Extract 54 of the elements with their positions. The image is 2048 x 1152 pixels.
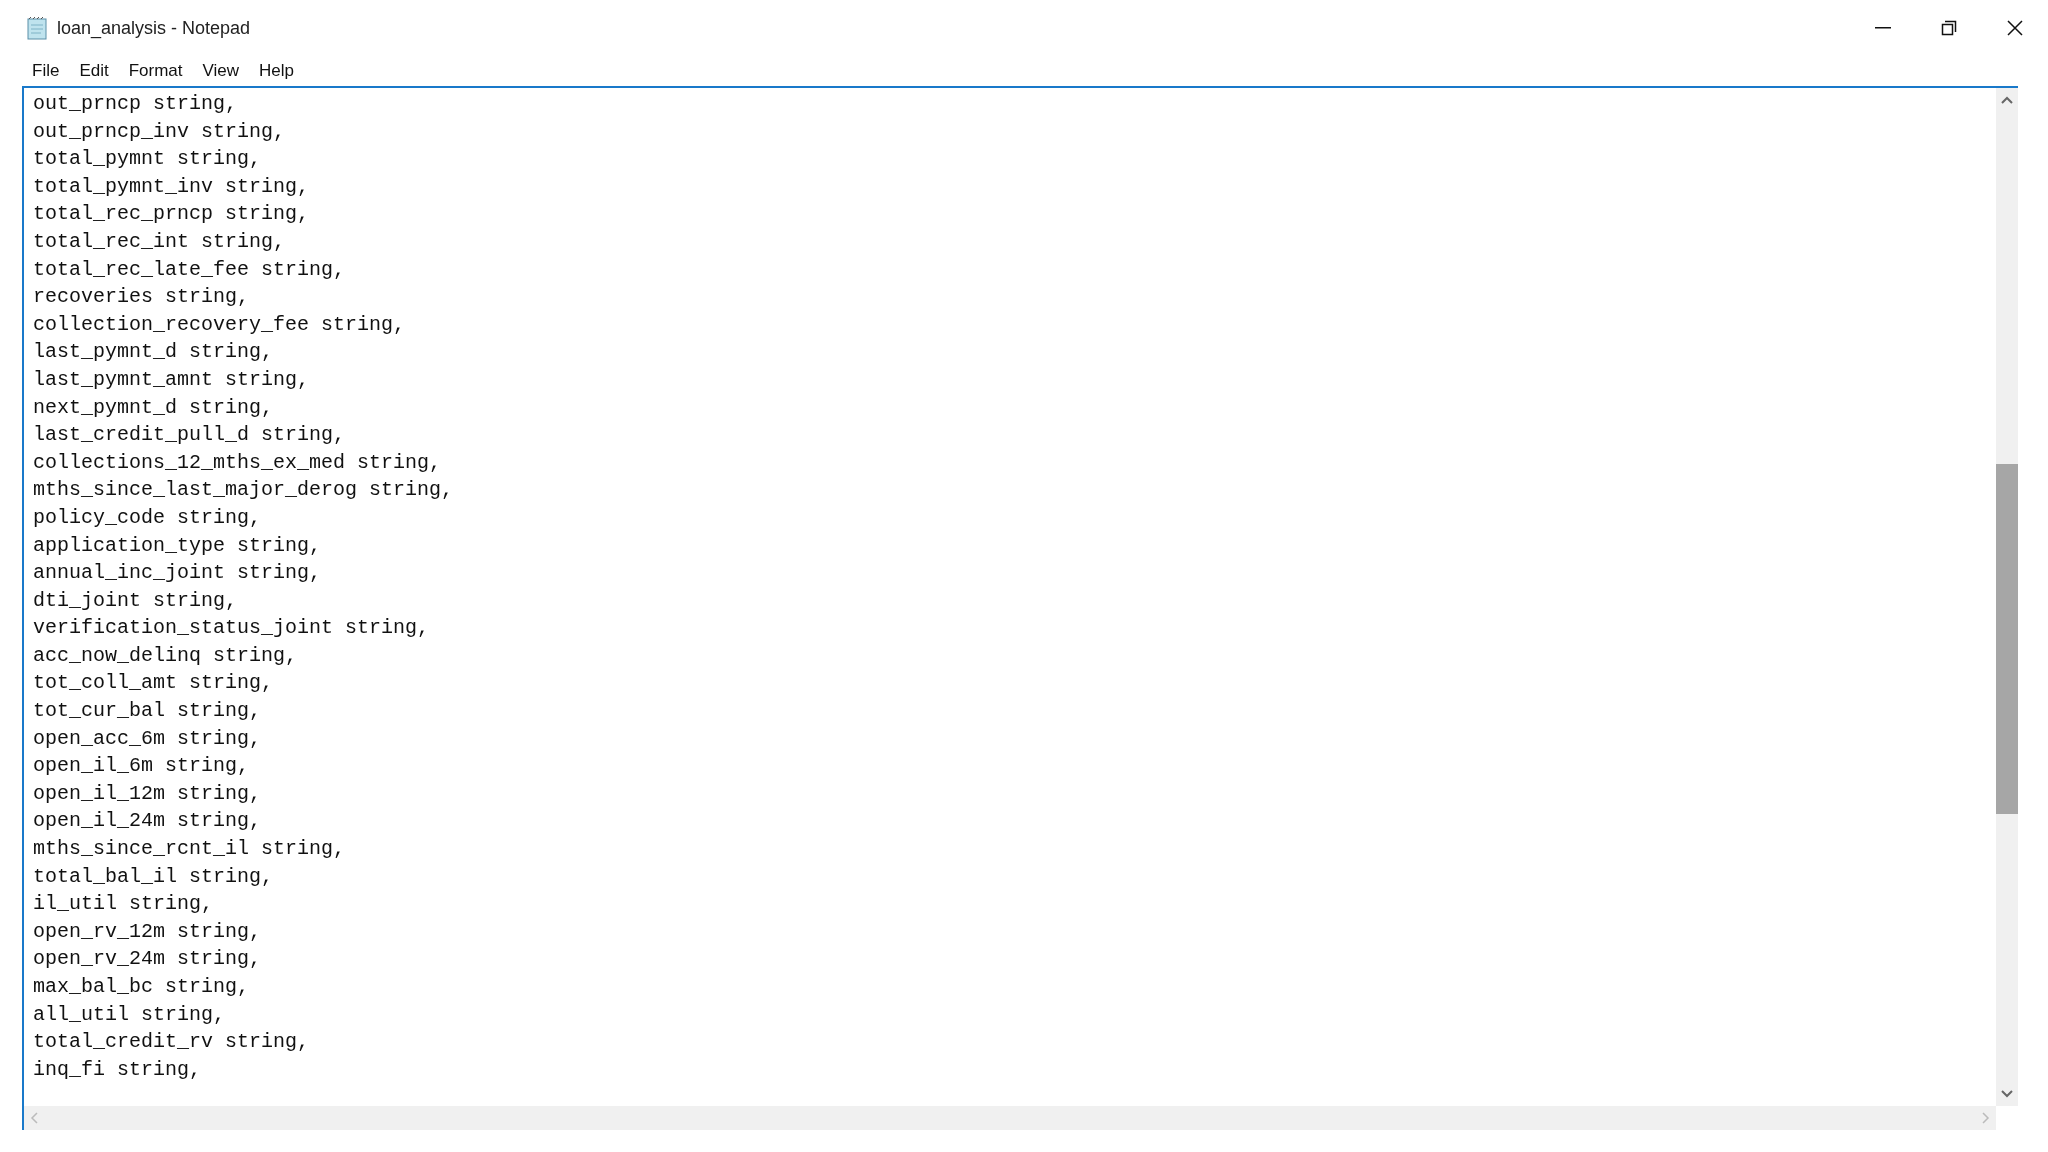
code-line: application_type string, (33, 532, 322, 559)
horizontal-scrollbar[interactable] (24, 1106, 1996, 1130)
code-line: acc_now_delinq string, (33, 642, 298, 669)
scrollbar-thumb[interactable] (1996, 464, 2018, 814)
code-line: total_credit_rv string, (33, 1029, 310, 1056)
code-line: open_il_6m string, (33, 753, 250, 780)
code-line: dti_joint string, (33, 587, 238, 614)
code-line: inq_fi string, (33, 1056, 202, 1083)
code-line: tot_cur_bal string, (33, 698, 262, 725)
code-line: next_pymnt_d string, (33, 394, 274, 421)
code-line: out_prncp string, (33, 91, 238, 117)
code-line: last_pymnt_amnt string, (33, 366, 310, 393)
code-line: tot_coll_amt string, (33, 670, 274, 697)
scroll-right-icon (1982, 1112, 1990, 1124)
code-line: total_rec_late_fee string, (33, 256, 346, 283)
code-line: open_il_12m string, (33, 780, 262, 807)
code-line: last_credit_pull_d string, (33, 422, 346, 449)
code-line: total_pymnt_inv string, (33, 173, 310, 200)
code-line: collections_12_mths_ex_med string, (33, 449, 442, 476)
close-icon (2007, 20, 2023, 36)
code-line: total_rec_int string, (33, 228, 286, 255)
code-line: annual_inc_joint string, (33, 560, 322, 587)
code-line: open_rv_24m string, (33, 946, 262, 973)
menu-item[interactable]: Format (118, 58, 193, 84)
minimize-icon (1875, 27, 1891, 29)
window-title: loan_analysis - Notepad (57, 16, 251, 41)
code-line: il_util string, (33, 891, 214, 918)
text-area[interactable] (22, 86, 2018, 1130)
code-line: policy_code string, (33, 504, 262, 531)
scroll-down-icon (2001, 1090, 2013, 1098)
code-line: last_pymnt_d string, (33, 339, 274, 366)
scroll-left-icon (30, 1112, 38, 1124)
restore-icon (1941, 20, 1957, 36)
menu-item[interactable]: View (192, 58, 250, 84)
menu-item[interactable]: Edit (69, 58, 119, 84)
code-line: total_pymnt string, (33, 146, 262, 173)
code-line: max_bal_bc string, (33, 974, 250, 1000)
code-line: verification_status_joint string, (33, 615, 430, 642)
code-line: total_bal_il string, (33, 863, 274, 890)
menu-item[interactable]: Help (249, 58, 305, 84)
code-line: total_rec_prncp string, (33, 201, 310, 228)
code-line: recoveries string, (33, 284, 250, 311)
code-line: mths_since_rcnt_il string, (33, 836, 346, 863)
code-line: out_prncp_inv string, (33, 118, 286, 145)
menu-item[interactable]: File (22, 58, 70, 84)
vertical-scrollbar[interactable] (1996, 88, 2018, 1106)
code-line: open_rv_12m string, (33, 918, 262, 945)
code-line: open_acc_6m string, (33, 725, 262, 752)
code-line: collection_recovery_fee string, (33, 311, 406, 338)
code-line: open_il_24m string, (33, 808, 262, 835)
scroll-up-icon (2001, 96, 2013, 104)
code-line: all_util string, (33, 1001, 226, 1028)
notepad-icon (26, 16, 48, 40)
code-line: mths_since_last_major_derog string, (33, 477, 454, 504)
